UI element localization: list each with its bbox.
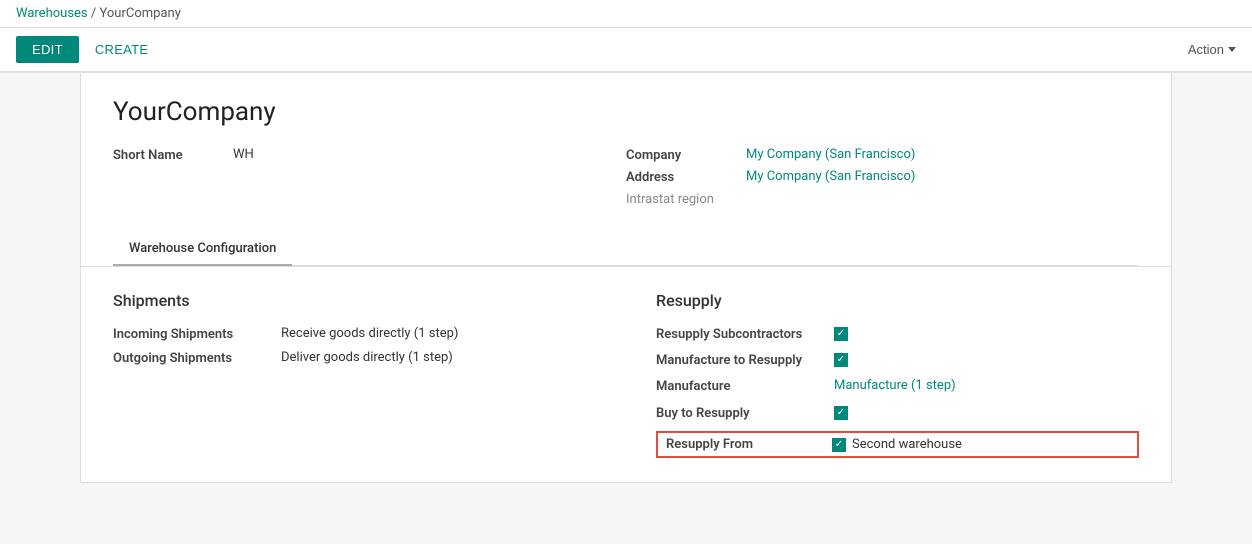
action-label: Action bbox=[1188, 42, 1224, 57]
edit-button[interactable]: EDIT bbox=[16, 36, 79, 63]
field-left: Short Name WH bbox=[113, 147, 626, 209]
resupply-from-checkbox[interactable] bbox=[832, 438, 846, 452]
short-name-label: Short Name bbox=[113, 147, 233, 163]
buy-to-resupply-label: Buy to Resupply bbox=[656, 405, 826, 423]
manufacture-value: Manufacture (1 step) bbox=[834, 378, 956, 393]
buy-to-resupply-checkbox[interactable] bbox=[834, 406, 848, 420]
manufacture-label: Manufacture bbox=[656, 378, 826, 396]
short-name-field: Short Name WH bbox=[113, 147, 626, 163]
record-title: YourCompany bbox=[113, 97, 1139, 127]
resupply-subcontractors-label: Resupply Subcontractors bbox=[656, 326, 826, 344]
intrastat-field: Intrastat region bbox=[626, 191, 1139, 207]
address-value[interactable]: My Company (San Francisco) bbox=[746, 169, 915, 184]
company-value[interactable]: My Company (San Francisco) bbox=[746, 147, 915, 162]
main-content: YourCompany Short Name WH Company My Com… bbox=[0, 73, 1252, 503]
address-field: Address My Company (San Francisco) bbox=[626, 169, 1139, 185]
resupply-title: Resupply bbox=[656, 291, 1139, 310]
resupply-section: Resupply Resupply Subcontractors Manufac… bbox=[636, 291, 1139, 458]
company-label: Company bbox=[626, 147, 746, 163]
tab-warehouse-configuration[interactable]: Warehouse Configuration bbox=[113, 233, 292, 266]
shipments-title: Shipments bbox=[113, 291, 596, 310]
breadcrumb: Warehouses / YourCompany bbox=[0, 0, 1252, 28]
resupply-from-row: Resupply From Second warehouse bbox=[656, 431, 1139, 458]
create-button[interactable]: CREATE bbox=[87, 36, 157, 63]
manufacture-to-resupply-label: Manufacture to Resupply bbox=[656, 352, 826, 370]
shipments-section: Shipments Incoming Shipments Receive goo… bbox=[113, 291, 636, 458]
intrastat-label: Intrastat region bbox=[626, 191, 746, 207]
resupply-from-value: Second warehouse bbox=[832, 437, 962, 452]
outgoing-shipments-field: Outgoing Shipments Deliver goods directl… bbox=[113, 350, 596, 366]
resupply-subcontractors-checkbox[interactable] bbox=[834, 327, 848, 341]
action-dropdown[interactable]: Action bbox=[1188, 42, 1236, 57]
company-field: Company My Company (San Francisco) bbox=[626, 147, 1139, 163]
fields-row: Short Name WH Company My Company (San Fr… bbox=[113, 147, 1139, 209]
manufacture-field: Manufacture Manufacture (1 step) bbox=[656, 378, 1139, 396]
field-right: Company My Company (San Francisco) Addre… bbox=[626, 147, 1139, 209]
resupply-from-text: Second warehouse bbox=[852, 437, 962, 452]
breadcrumb-current: YourCompany bbox=[99, 6, 180, 21]
buy-to-resupply-field: Buy to Resupply bbox=[656, 405, 1139, 423]
address-label: Address bbox=[626, 169, 746, 185]
manufacture-to-resupply-field: Manufacture to Resupply bbox=[656, 352, 1139, 370]
breadcrumb-parent[interactable]: Warehouses bbox=[16, 6, 88, 21]
config-columns: Shipments Incoming Shipments Receive goo… bbox=[113, 291, 1139, 458]
breadcrumb-separator: / bbox=[91, 6, 96, 21]
resupply-subcontractors-field: Resupply Subcontractors bbox=[656, 326, 1139, 344]
outgoing-shipments-value: Deliver goods directly (1 step) bbox=[281, 350, 453, 365]
tab-content: Shipments Incoming Shipments Receive goo… bbox=[80, 267, 1172, 483]
manufacture-to-resupply-checkbox[interactable] bbox=[834, 353, 848, 367]
incoming-shipments-field: Incoming Shipments Receive goods directl… bbox=[113, 326, 596, 342]
tabs-container: Warehouse Configuration bbox=[113, 233, 1139, 266]
short-name-value: WH bbox=[233, 147, 254, 162]
outgoing-shipments-label: Outgoing Shipments bbox=[113, 350, 273, 366]
incoming-shipments-label: Incoming Shipments bbox=[113, 326, 273, 342]
incoming-shipments-value: Receive goods directly (1 step) bbox=[281, 326, 458, 341]
chevron-down-icon bbox=[1228, 47, 1236, 52]
record-card: YourCompany Short Name WH Company My Com… bbox=[80, 73, 1172, 267]
toolbar: EDIT CREATE Action bbox=[0, 28, 1252, 73]
resupply-from-label: Resupply From bbox=[666, 437, 824, 452]
